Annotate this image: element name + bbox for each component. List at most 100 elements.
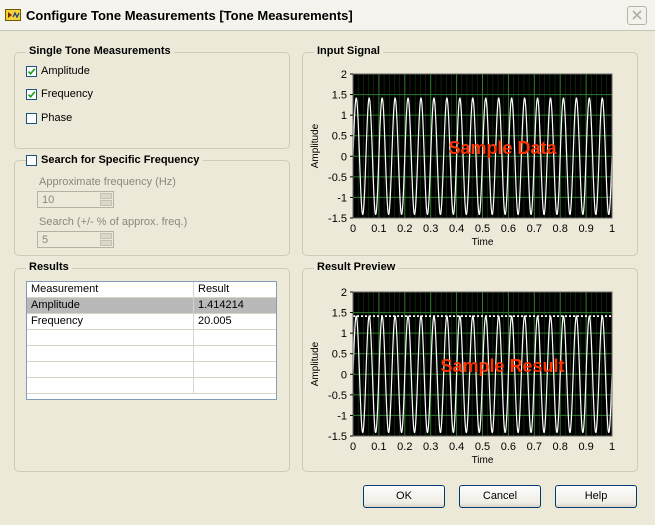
frequency-checkbox[interactable] (26, 88, 37, 100)
title-bar: Configure Tone Measurements [Tone Measur… (0, 0, 655, 31)
y-tick-label: 0.5 (332, 131, 347, 143)
search-range-label: Search (+/- % of approx. freq.) (39, 216, 188, 228)
help-button[interactable]: Help (555, 485, 637, 508)
y-tick-label: -1.5 (328, 213, 347, 225)
x-tick-label: 0.9 (578, 223, 593, 235)
x-tick-label: 0 (350, 441, 356, 453)
phase-checkbox[interactable] (26, 112, 37, 124)
search-frequency-checkbox[interactable] (26, 154, 37, 166)
amplitude-checkbox-row[interactable]: Amplitude (26, 64, 90, 78)
empty-cell (194, 378, 276, 393)
x-tick-label: 0.2 (397, 223, 412, 235)
empty-cell (27, 330, 194, 345)
y-tick-label: -0.5 (328, 172, 347, 184)
empty-cell (27, 378, 194, 393)
table-row-empty[interactable] (27, 378, 276, 394)
y-tick-label: 2 (341, 69, 347, 81)
decrement-button[interactable] (100, 200, 112, 206)
y-tick-label: 0 (341, 369, 347, 381)
y-tick-label: -1 (337, 410, 347, 422)
frequency-checkbox-row[interactable]: Frequency (26, 87, 93, 101)
result-cell: 1.414214 (198, 299, 244, 311)
result-preview-group-title: Result Preview (314, 261, 399, 273)
approx-frequency-label: Approximate frequency (Hz) (39, 176, 176, 188)
table-row-empty[interactable] (27, 330, 276, 346)
x-tick-label: 0.6 (501, 441, 516, 453)
table-row[interactable]: Frequency 20.005 (27, 314, 276, 330)
x-tick-label: 0.8 (553, 441, 568, 453)
y-tick-label: 1 (341, 110, 347, 122)
empty-cell (194, 346, 276, 361)
y-tick-label: 0.5 (332, 349, 347, 361)
empty-cell (194, 330, 276, 345)
x-axis-label: Time (472, 455, 494, 466)
y-tick-label: -1.5 (328, 431, 347, 443)
results-table[interactable]: Measurement Result Amplitude 1.414214 Fr… (26, 281, 277, 400)
close-button[interactable] (627, 6, 647, 25)
phase-checkbox-label: Phase (41, 112, 73, 124)
window-title: Configure Tone Measurements [Tone Measur… (26, 8, 353, 23)
decrement-button[interactable] (100, 240, 112, 246)
search-frequency-title: Search for Specific Frequency (41, 154, 200, 166)
table-row[interactable]: Amplitude 1.414214 (27, 298, 276, 314)
x-tick-label: 0.7 (527, 223, 542, 235)
empty-cell (27, 362, 194, 377)
approx-frequency-input[interactable]: 10 (37, 191, 114, 208)
x-tick-label: 1 (609, 441, 615, 453)
x-tick-label: 0.6 (501, 223, 516, 235)
cancel-button[interactable]: Cancel (459, 485, 541, 508)
result-cell: 20.005 (198, 315, 232, 327)
empty-cell (27, 346, 194, 361)
measurement-cell: Amplitude (27, 298, 194, 313)
x-tick-label: 1 (609, 223, 615, 235)
y-tick-label: 1.5 (332, 90, 347, 102)
measurement-cell: Frequency (27, 314, 194, 329)
y-tick-label: 1.5 (332, 308, 347, 320)
frequency-checkbox-label: Frequency (41, 88, 93, 100)
input-signal-chart: -1.5 -1 -0.5 0 0.5 1 1.5 2 0 0.1 0.2 0.3 0.4 0.5 0.6 0.… (310, 69, 615, 248)
x-tick-label: 0.3 (423, 223, 438, 235)
increment-button[interactable] (100, 193, 112, 199)
input-signal-group-title: Input Signal (314, 45, 383, 57)
x-tick-label: 0.1 (371, 441, 386, 453)
table-row-empty[interactable] (27, 346, 276, 362)
x-tick-label: 0.4 (449, 441, 464, 453)
x-tick-label: 0.1 (371, 223, 386, 235)
increment-button[interactable] (100, 233, 112, 239)
result-preview-chart: -1.5 -1 -0.5 0 0.5 1 1.5 2 0 0.1 0.2 0.3 0.4 0.5 0.6 0.… (310, 287, 615, 466)
column-header-result[interactable]: Result (194, 282, 276, 297)
x-tick-label: 0.9 (578, 441, 593, 453)
search-frequency-checkbox-row[interactable]: Search for Specific Frequency (26, 153, 204, 167)
x-tick-label: 0.8 (553, 223, 568, 235)
y-axis-label: Amplitude (310, 123, 321, 168)
column-header-measurement[interactable]: Measurement (27, 282, 194, 297)
check-icon (27, 90, 36, 98)
x-tick-label: 0.5 (475, 223, 490, 235)
x-tick-label: 0.2 (397, 441, 412, 453)
single-tone-group-title: Single Tone Measurements (26, 45, 174, 57)
check-icon (27, 67, 36, 75)
empty-cell (194, 362, 276, 377)
y-tick-label: 2 (341, 287, 347, 299)
labview-app-icon (5, 9, 21, 21)
phase-checkbox-row[interactable]: Phase (26, 111, 72, 125)
ok-button[interactable]: OK (363, 485, 445, 508)
y-tick-label: -0.5 (328, 390, 347, 402)
search-range-value: 5 (42, 234, 49, 246)
results-group-title: Results (26, 261, 72, 273)
amplitude-checkbox-label: Amplitude (41, 65, 90, 77)
x-axis-label: Time (472, 237, 494, 248)
amplitude-checkbox[interactable] (26, 65, 37, 77)
table-row-empty[interactable] (27, 362, 276, 378)
x-tick-label: 0.5 (475, 441, 490, 453)
y-tick-label: 0 (341, 151, 347, 163)
x-tick-label: 0.7 (527, 441, 542, 453)
y-axis-label: Amplitude (310, 341, 321, 386)
sample-overlay-text: Sample Result (440, 356, 564, 376)
approx-frequency-stepper[interactable] (100, 193, 112, 206)
search-range-stepper[interactable] (100, 233, 112, 246)
table-header-row: Measurement Result (27, 282, 276, 298)
search-range-input[interactable]: 5 (37, 231, 114, 248)
sample-overlay-text: Sample Data (448, 138, 557, 158)
x-tick-label: 0.4 (449, 223, 464, 235)
